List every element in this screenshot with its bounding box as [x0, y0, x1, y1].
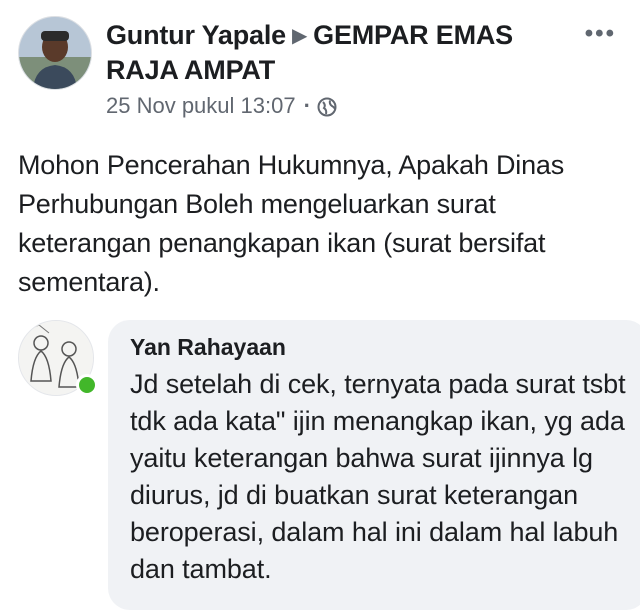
meta-separator: · — [303, 93, 311, 118]
more-options-button[interactable]: ••• — [585, 20, 616, 48]
post-meta: 25 Nov pukul 13:07 · — [106, 92, 337, 120]
commenter-name[interactable]: Yan Rahayaan — [130, 334, 286, 361]
globe-icon — [317, 96, 337, 117]
author-photo — [19, 17, 91, 89]
comment-text: Jd setelah di cek, ternyata pada surat t… — [130, 369, 626, 584]
author-name[interactable]: Guntur Yapale — [106, 20, 286, 50]
post-author-line: Guntur Yapale ▶ GEMPAR EMAS RAJA AMPAT — [106, 18, 576, 87]
comment-bubble: Yan Rahayaan Jd setelah di cek, ternyata… — [108, 320, 640, 610]
right-triangle-icon: ▶ — [291, 25, 308, 47]
post-body-text: Mohon Pencerahan Hukumnya, Apakah Dinas … — [18, 150, 565, 297]
author-avatar[interactable] — [18, 16, 92, 90]
post-timestamp[interactable]: 25 Nov pukul 13:07 — [106, 92, 296, 120]
comment: Yan Rahayaan Jd setelah di cek, ternyata… — [18, 320, 640, 610]
post-header: Guntur Yapale ▶ GEMPAR EMAS RAJA AMPAT •••… — [18, 16, 628, 126]
online-status-indicator — [76, 374, 98, 396]
